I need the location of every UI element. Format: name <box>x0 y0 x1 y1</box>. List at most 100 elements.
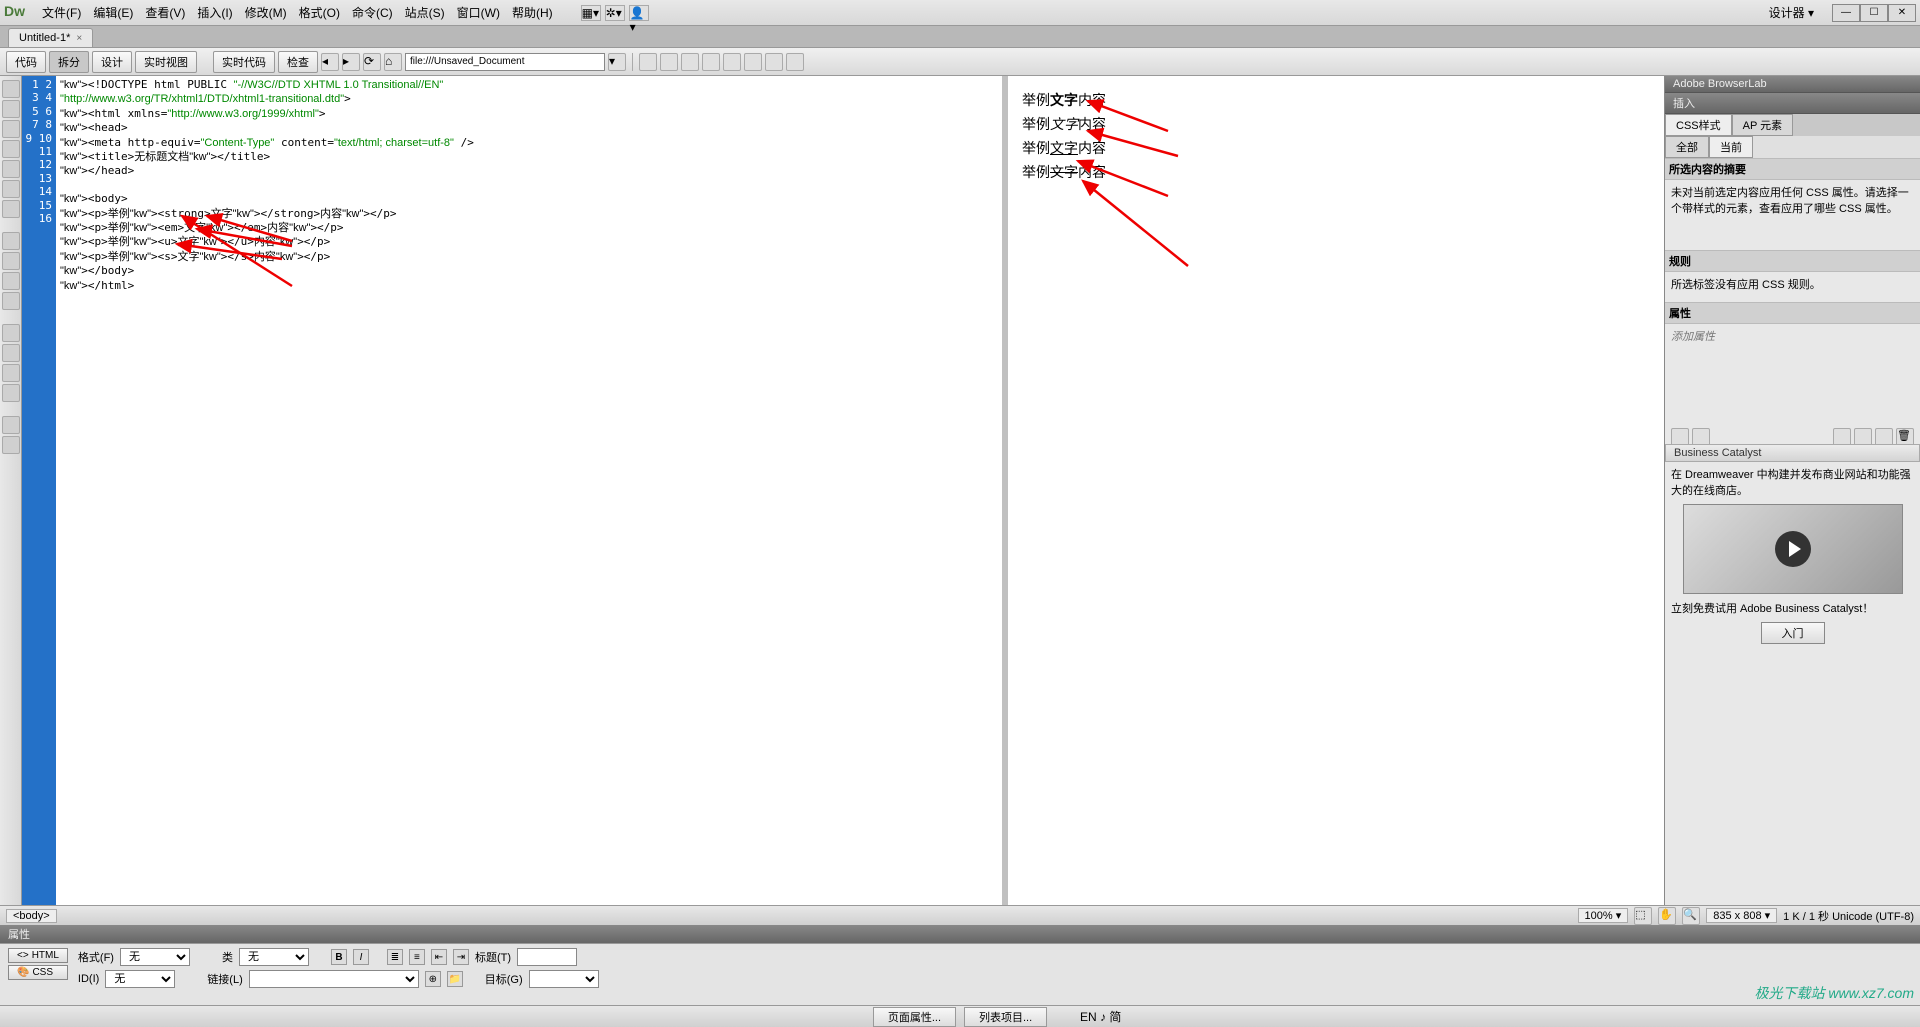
ct-icon-8[interactable] <box>2 232 20 250</box>
panel-browserlab[interactable]: Adobe BrowserLab <box>1665 76 1920 93</box>
document-toolbar: 代码 拆分 设计 实时视图 实时代码 检查 ◂ ▸ ⟳ ⌂ file:///Un… <box>0 48 1920 76</box>
code-editor[interactable]: 1 2 3 4 5 6 7 8 9 10 11 12 13 14 15 16 "… <box>22 76 1002 905</box>
sync-icon[interactable]: 👤▾ <box>629 5 649 21</box>
tool-icon-5[interactable] <box>723 53 741 71</box>
outdent-icon[interactable]: ⇤ <box>431 949 447 965</box>
document-tab-close-icon[interactable]: × <box>76 33 82 44</box>
id-select[interactable]: 无 <box>105 970 175 988</box>
ime-indicator[interactable]: EN ♪ 简 <box>1080 1008 1121 1025</box>
address-bar[interactable]: file:///Unsaved_Document <box>405 53 605 71</box>
refresh-icon[interactable]: ⟳ <box>363 53 381 71</box>
tool-icon-3[interactable] <box>681 53 699 71</box>
link-point-icon[interactable]: ⊕ <box>425 971 441 987</box>
ct-icon-5[interactable] <box>2 160 20 178</box>
link-browse-icon[interactable]: 📁 <box>447 971 463 987</box>
nav-back-icon[interactable]: ◂ <box>321 53 339 71</box>
view-live-button[interactable]: 实时视图 <box>135 51 197 73</box>
nav-fwd-icon[interactable]: ▸ <box>342 53 360 71</box>
css-subtab-all[interactable]: 全部 <box>1665 136 1709 158</box>
menu-commands[interactable]: 命令(C) <box>346 4 399 21</box>
menu-help[interactable]: 帮助(H) <box>506 4 559 21</box>
indent-icon[interactable]: ⇥ <box>453 949 469 965</box>
tab-ap-elements[interactable]: AP 元素 <box>1732 114 1794 136</box>
tool-icon-1[interactable] <box>639 53 657 71</box>
properties-header[interactable]: 属性 <box>0 925 1920 943</box>
menu-insert[interactable]: 插入(I) <box>191 4 238 21</box>
ct-icon-1[interactable] <box>2 80 20 98</box>
ct-icon-2[interactable] <box>2 100 20 118</box>
menu-format[interactable]: 格式(O) <box>293 4 346 21</box>
menu-file[interactable]: 文件(F) <box>36 4 87 21</box>
extend-icon[interactable]: ✲▾ <box>605 5 625 21</box>
page-properties-button[interactable]: 页面属性... <box>873 1007 956 1027</box>
ct-icon-15[interactable] <box>2 384 20 402</box>
menu-edit[interactable]: 编辑(E) <box>87 4 139 21</box>
ct-icon-7[interactable] <box>2 200 20 218</box>
close-button[interactable]: ✕ <box>1888 4 1916 22</box>
ct-icon-17[interactable] <box>2 436 20 454</box>
zoom-selector[interactable]: 100% ▾ <box>1578 908 1629 923</box>
hand-tool-icon[interactable]: ✋ <box>1658 907 1676 925</box>
tool-icon-8[interactable] <box>786 53 804 71</box>
ct-icon-16[interactable] <box>2 416 20 434</box>
ol-icon[interactable]: ≡ <box>409 949 425 965</box>
ct-icon-14[interactable] <box>2 364 20 382</box>
inspect-button[interactable]: 检查 <box>278 51 318 73</box>
target-select[interactable] <box>529 970 599 988</box>
ct-icon-3[interactable] <box>2 120 20 138</box>
ct-icon-4[interactable] <box>2 140 20 158</box>
ct-icon-6[interactable] <box>2 180 20 198</box>
link-label: 链接(L) <box>207 971 242 987</box>
maximize-button[interactable]: ☐ <box>1860 4 1888 22</box>
format-select[interactable]: 无 <box>120 948 190 966</box>
view-design-button[interactable]: 设计 <box>92 51 132 73</box>
panel-business-catalyst[interactable]: Business Catalyst <box>1665 444 1920 462</box>
bc-start-button[interactable]: 入门 <box>1761 622 1825 644</box>
prop-html-button[interactable]: <> HTML <box>8 948 68 963</box>
view-livecode-button[interactable]: 实时代码 <box>213 51 275 73</box>
document-tab[interactable]: Untitled-1* × <box>8 28 93 47</box>
ct-icon-10[interactable] <box>2 272 20 290</box>
tab-css-styles[interactable]: CSS样式 <box>1665 114 1732 136</box>
addr-dropdown-icon[interactable]: ▾ <box>608 53 626 71</box>
ct-icon-12[interactable] <box>2 324 20 342</box>
code-area[interactable]: "kw"><!DOCTYPE html PUBLIC "-//W3C//DTD … <box>56 76 1002 905</box>
bold-icon[interactable]: B <box>331 949 347 965</box>
menu-view[interactable]: 查看(V) <box>139 4 191 21</box>
bc-video-thumb[interactable] <box>1683 504 1903 594</box>
add-property-link[interactable]: 添加属性 <box>1671 328 1914 344</box>
list-items-button[interactable]: 列表项目... <box>964 1007 1047 1027</box>
ul-icon[interactable]: ≣ <box>387 949 403 965</box>
home-icon[interactable]: ⌂ <box>384 53 402 71</box>
title-input[interactable] <box>517 948 577 966</box>
link-select[interactable] <box>249 970 419 988</box>
workspace-switcher[interactable]: 设计器 ▾ <box>1763 4 1820 21</box>
select-tool-icon[interactable]: ⬚ <box>1634 907 1652 925</box>
tool-icon-7[interactable] <box>765 53 783 71</box>
ct-icon-11[interactable] <box>2 292 20 310</box>
ct-icon-13[interactable] <box>2 344 20 362</box>
panel-insert[interactable]: 插入 <box>1665 93 1920 114</box>
tag-body[interactable]: <body> <box>6 909 57 923</box>
design-preview[interactable]: 举例文字内容 举例文字内容 举例文字内容 举例文字内容 <box>1008 76 1664 905</box>
app-logo: Dw <box>4 3 28 23</box>
bottom-bar: 页面属性... 列表项目... EN ♪ 简 <box>0 1005 1920 1027</box>
ct-icon-9[interactable] <box>2 252 20 270</box>
menu-window[interactable]: 窗口(W) <box>451 4 506 21</box>
view-code-button[interactable]: 代码 <box>6 51 46 73</box>
css-subtab-current[interactable]: 当前 <box>1709 136 1753 158</box>
prop-css-button[interactable]: 🎨 CSS <box>8 965 68 980</box>
tool-icon-4[interactable] <box>702 53 720 71</box>
layout-icon[interactable]: ▦▾ <box>581 5 601 21</box>
menu-modify[interactable]: 修改(M) <box>239 4 293 21</box>
tool-icon-2[interactable] <box>660 53 678 71</box>
italic-icon[interactable]: I <box>353 949 369 965</box>
tool-icon-6[interactable] <box>744 53 762 71</box>
minimize-button[interactable]: — <box>1832 4 1860 22</box>
view-split-button[interactable]: 拆分 <box>49 51 89 73</box>
zoom-tool-icon[interactable]: 🔍 <box>1682 907 1700 925</box>
dimensions-display[interactable]: 835 x 808 ▾ <box>1706 908 1777 923</box>
class-select[interactable]: 无 <box>239 948 309 966</box>
rules-title: 规则 <box>1665 250 1920 272</box>
menu-site[interactable]: 站点(S) <box>399 4 451 21</box>
